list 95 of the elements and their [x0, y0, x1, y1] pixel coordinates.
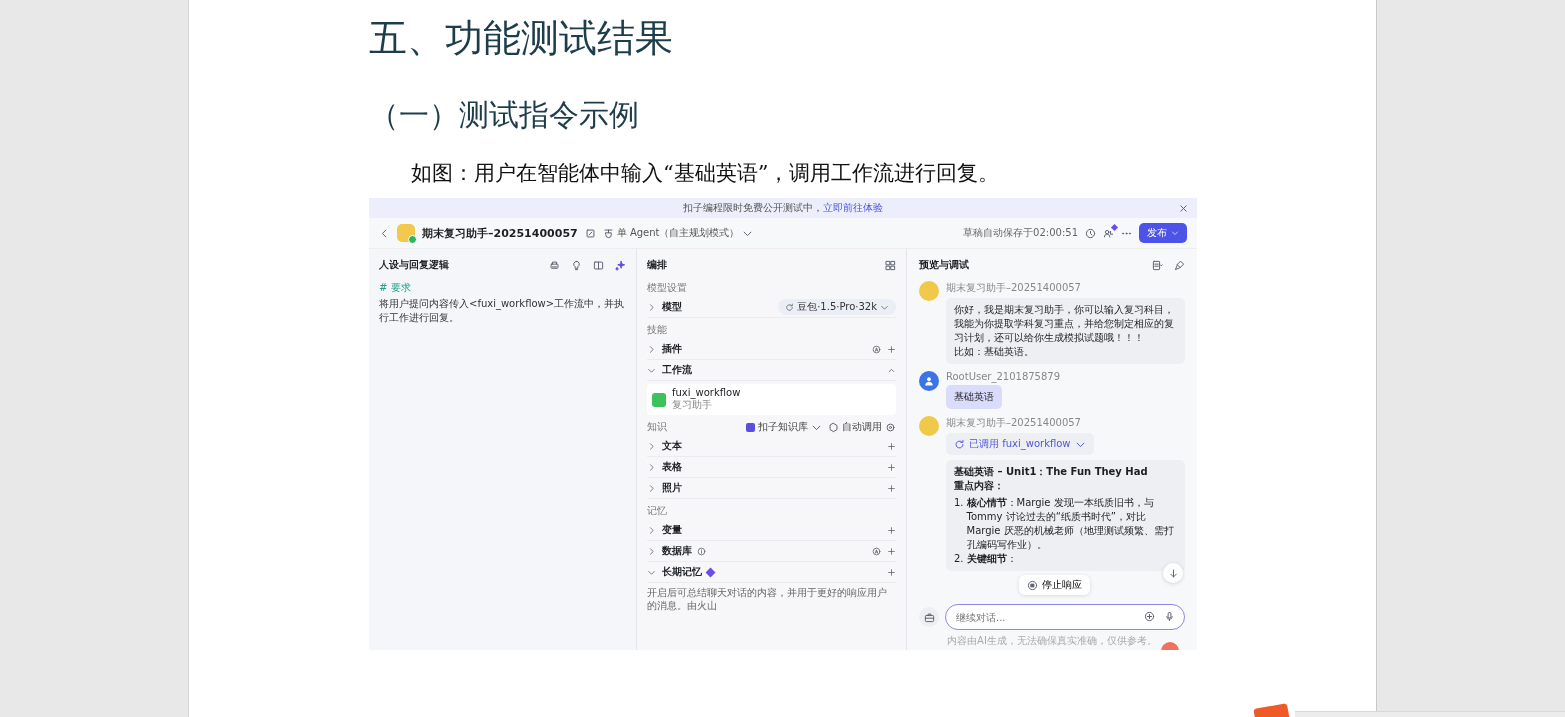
chevron-icon[interactable]	[647, 302, 656, 312]
caption-text: 如图：用户在智能体中输入“基础英语”，调用工作流进行回复。	[411, 160, 1000, 187]
history-icon[interactable]	[1085, 227, 1096, 239]
section-heading: 五、功能测试结果	[369, 15, 673, 62]
chevron-icon[interactable]	[647, 462, 656, 472]
briefcase-icon[interactable]	[919, 607, 939, 627]
tool-call-chip[interactable]: 已调用 fuxi_workflow	[946, 433, 1094, 455]
answer-list-item: 核心情节：Margie 发现一本纸质旧书，与 Tommy 讨论过去的“纸质书时代”，对比 Margie 厌恶的机械老师（地理测试频繁、需打孔编码写作业）。	[966, 496, 1175, 552]
plus-icon[interactable]	[887, 441, 896, 451]
plus-icon[interactable]	[887, 567, 896, 577]
panel-title: 预览与调试	[919, 258, 970, 272]
section-label: 技能	[647, 323, 668, 337]
prompt-heading: # 要求	[379, 281, 412, 295]
model-logo-icon	[785, 302, 795, 312]
sender-name: 期末复习助手–20251400057	[946, 281, 1082, 295]
panel-title: 人设与回复逻辑	[379, 258, 450, 272]
banner-link[interactable]: 立即前往体验	[823, 201, 883, 215]
message-text: 比如：基础英语。	[954, 345, 1035, 359]
app-avatar-icon	[397, 224, 415, 242]
auto-icon[interactable]	[872, 344, 881, 354]
agent-icon	[602, 227, 614, 239]
workflow-name: fuxi_workflow	[672, 387, 741, 398]
workflow-icon	[652, 392, 666, 407]
row-label[interactable]: 变量	[662, 523, 682, 537]
stop-response-button[interactable]: 停止响应	[1019, 575, 1090, 595]
message-text: 你好，我是期末复习助手，你可以输入复习科目，我能为你提取学科复习重点，并给您制定相应的复习计划，还可以给你生成模拟试题哦！！！	[954, 303, 1175, 345]
model-selector[interactable]: 豆包·1.5·Pro·32k	[778, 299, 896, 315]
publish-button[interactable]: 发布	[1139, 223, 1187, 243]
autosave-text: 草稿自动保存于02:00:51	[963, 226, 1078, 240]
caret-icon	[1171, 229, 1179, 237]
plus-icon[interactable]	[887, 483, 896, 493]
row-label[interactable]: 数据库	[662, 544, 692, 558]
diamond-badge-icon	[705, 567, 716, 577]
layout-icon[interactable]	[1152, 259, 1163, 271]
row-label[interactable]: 长期记忆	[662, 565, 702, 579]
plus-icon[interactable]	[887, 344, 896, 354]
answer-subtitle: 重点内容：	[954, 479, 1005, 493]
scroll-down-icon[interactable]	[1163, 563, 1183, 583]
plus-icon[interactable]	[887, 462, 896, 472]
row-label[interactable]: 插件	[662, 342, 682, 356]
subsection-heading: （一）测试指令示例	[369, 96, 639, 134]
mode-selector[interactable]: 单 Agent（自主规划模式）	[616, 226, 740, 240]
grid-icon[interactable]	[885, 259, 896, 271]
banner-text: 扣子编程限时免费公开测试中，	[683, 201, 823, 215]
memory-description: 开启后可总结聊天对话的内容，并用于更好的响应用户的消息。由火山	[647, 586, 888, 612]
gear-icon[interactable]	[885, 421, 896, 433]
prompt-text: 将用户提问内容传入<fuxi_workflow>工作流中，并执行工作进行回复。	[379, 297, 626, 325]
cube-icon	[828, 421, 839, 433]
row-label[interactable]: 模型	[662, 300, 682, 314]
panel-title: 编排	[647, 258, 668, 272]
app-title: 期末复习助手–20251400057	[422, 225, 578, 241]
sparkle-icon[interactable]	[615, 259, 626, 271]
add-icon[interactable]	[1144, 611, 1155, 622]
chat-input-field[interactable]: 继续对话...	[945, 604, 1185, 630]
list-marker: 1.	[954, 496, 964, 510]
chevron-icon[interactable]	[647, 546, 656, 556]
knowledge-base-icon	[746, 422, 755, 432]
row-label[interactable]: 文本	[662, 439, 682, 453]
book-icon[interactable]	[593, 259, 604, 271]
chevron-icon[interactable]	[647, 483, 656, 493]
sender-name: 期末复习助手–20251400057	[946, 416, 1082, 430]
row-label[interactable]: 表格	[662, 460, 682, 474]
disclaimer-text: 内容由AI生成，无法确保真实准确，仅供参考。	[947, 634, 1157, 648]
workflow-description: 复习助手	[672, 398, 712, 412]
answer-title: 基础英语 – Unit1：The Fun They Had	[954, 465, 1149, 479]
section-label: 模型设置	[647, 281, 688, 295]
answer-list-item: 关键细节：	[966, 552, 1017, 566]
info-icon[interactable]	[697, 546, 706, 556]
brush-icon[interactable]	[1174, 259, 1185, 271]
plus-icon[interactable]	[887, 546, 896, 556]
bulb-icon[interactable]	[571, 259, 582, 271]
microphone-icon[interactable]	[1164, 611, 1175, 622]
user-avatar-icon	[919, 371, 939, 391]
sender-name: RootUser_2101875879	[946, 371, 1062, 382]
knowledge-source-selector[interactable]: 扣子知识库	[758, 420, 808, 434]
bot-avatar-icon	[919, 416, 939, 436]
loop-icon	[954, 438, 965, 450]
row-label[interactable]: 工作流	[662, 363, 692, 377]
chevron-icon[interactable]	[647, 344, 656, 354]
row-label[interactable]: 照片	[662, 481, 682, 495]
chevron-icon[interactable]	[647, 525, 656, 535]
message-bubble: 基础英语	[946, 385, 1002, 409]
auto-icon[interactable]	[872, 546, 881, 556]
list-marker: 2.	[954, 552, 964, 566]
section-label: 记忆	[647, 504, 668, 518]
printer-icon[interactable]	[549, 259, 560, 271]
stop-icon	[1027, 579, 1038, 591]
plus-icon[interactable]	[887, 525, 896, 535]
workflow-card[interactable]: fuxi_workflow 复习助手	[647, 384, 896, 415]
call-mode-selector[interactable]: 自动调用	[842, 420, 882, 434]
chevron-icon[interactable]	[647, 441, 656, 451]
close-icon[interactable]	[1178, 202, 1189, 214]
bot-avatar-icon	[919, 281, 939, 301]
edit-icon[interactable]	[584, 227, 596, 239]
section-label: 知识	[647, 420, 668, 434]
